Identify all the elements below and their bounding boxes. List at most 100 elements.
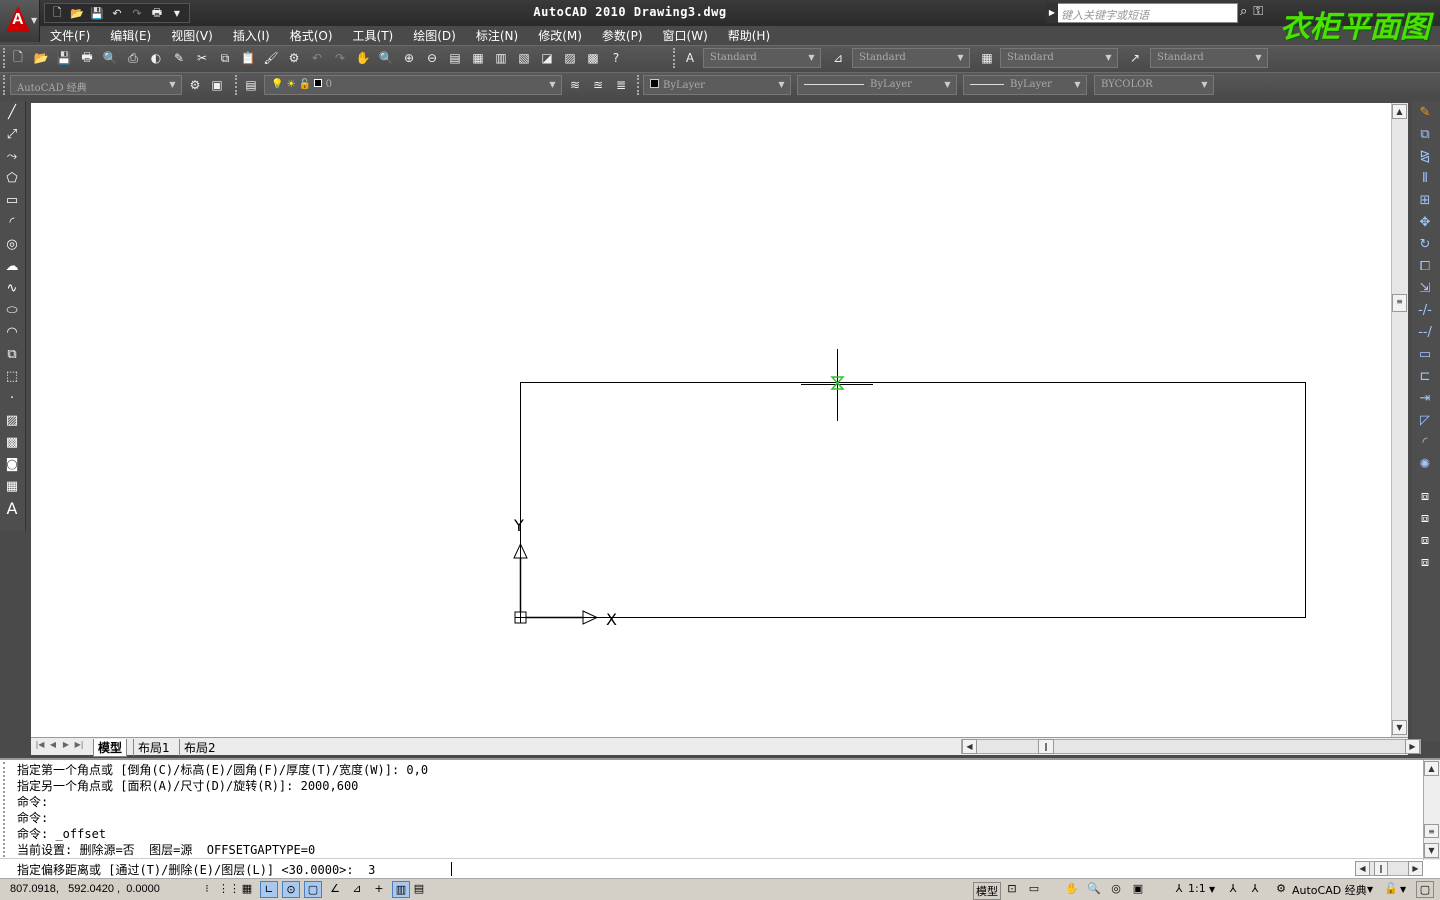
rotate-icon[interactable]: ↻: [1412, 233, 1438, 255]
lineweight-toggle-icon[interactable]: ▥: [392, 881, 410, 898]
workspace-settings-icon[interactable]: ⚙: [185, 75, 205, 95]
toolbar-lock-icon[interactable]: 🔓: [1382, 881, 1400, 898]
draworder-above-icon[interactable]: ⧈: [1412, 529, 1438, 551]
quickcalc-icon[interactable]: ▨: [560, 48, 580, 68]
menu-parametric[interactable]: 参数(P): [592, 26, 653, 44]
sheet-set-icon[interactable]: ▧: [514, 48, 534, 68]
help-icon[interactable]: ?: [606, 48, 626, 68]
last-tab-icon[interactable]: ▶|: [74, 740, 84, 752]
menu-view[interactable]: 视图(V): [161, 26, 223, 44]
quick-properties-icon[interactable]: ▤: [410, 881, 428, 898]
match-properties-icon[interactable]: 🖌: [261, 48, 281, 68]
workspace-status-label[interactable]: AutoCAD 经典: [1292, 882, 1367, 898]
table-style-select[interactable]: Standard ▼: [1000, 48, 1118, 68]
tab-model[interactable]: 模型: [93, 739, 128, 757]
undo-icon[interactable]: ↶: [307, 48, 327, 68]
scroll-left-icon[interactable]: ◀: [962, 739, 977, 754]
trim-icon[interactable]: -/-: [1412, 299, 1438, 321]
line-icon[interactable]: ╱: [0, 101, 24, 123]
scroll-thumb[interactable]: ‖: [1374, 861, 1388, 876]
mirror-icon[interactable]: ⧎: [1412, 145, 1438, 167]
scroll-thumb[interactable]: ‖: [1038, 739, 1054, 754]
menu-edit[interactable]: 编辑(E): [100, 26, 161, 44]
chamfer-icon[interactable]: ◸: [1412, 409, 1438, 431]
publish-icon[interactable]: ⎙: [123, 48, 143, 68]
zoom-icon[interactable]: 🔍: [1085, 881, 1103, 898]
scroll-right-icon[interactable]: ▶: [1408, 861, 1423, 876]
polyline-icon[interactable]: ⤳: [0, 145, 24, 167]
toolbar-grip[interactable]: [673, 48, 677, 68]
layout-view-icon[interactable]: ⊡: [1003, 881, 1021, 898]
offset-icon[interactable]: ⫴: [1412, 167, 1438, 189]
menu-insert[interactable]: 插入(I): [223, 26, 280, 44]
layer-select[interactable]: 💡 ☀ 🔓 0 ▼: [264, 75, 562, 95]
plot-icon[interactable]: 🖶: [77, 48, 97, 68]
menu-window[interactable]: 窗口(W): [653, 26, 718, 44]
cut-icon[interactable]: ✂: [192, 48, 212, 68]
table-icon[interactable]: ▦: [0, 475, 24, 497]
quick-view-drawings-icon[interactable]: ▭: [1025, 881, 1043, 898]
showmotion-icon[interactable]: ▣: [1129, 881, 1147, 898]
menu-tools[interactable]: 工具(T): [343, 26, 404, 44]
menu-format[interactable]: 格式(O): [280, 26, 343, 44]
point-icon[interactable]: ·: [0, 387, 24, 409]
copy-icon[interactable]: ⧉: [215, 48, 235, 68]
dim-style-select[interactable]: Standard ▼: [852, 48, 970, 68]
spline-icon[interactable]: ∿: [0, 277, 24, 299]
calculator-icon[interactable]: ▩: [583, 48, 603, 68]
dim-style-icon[interactable]: ⊿: [828, 48, 848, 68]
key-icon[interactable]: ⚿: [1253, 4, 1263, 19]
toolbar-grip[interactable]: [235, 75, 239, 95]
binoculars-icon[interactable]: ⌕: [1240, 4, 1247, 19]
scroll-down-icon[interactable]: ▼: [1424, 843, 1439, 858]
make-object-layer-current-icon[interactable]: ≋: [565, 75, 585, 95]
text-style-select[interactable]: Standard ▼: [703, 48, 821, 68]
move-icon[interactable]: ✥: [1412, 211, 1438, 233]
redo-icon[interactable]: ↷: [330, 48, 350, 68]
ellipse-icon[interactable]: ⬭: [0, 299, 24, 321]
revcloud-icon[interactable]: ☁: [0, 255, 24, 277]
save-icon[interactable]: 💾: [54, 48, 74, 68]
block-editor-icon[interactable]: ⚙: [284, 48, 304, 68]
snap-mode-icon[interactable]: ⋮⋮: [218, 881, 240, 898]
scale-icon[interactable]: ⧠: [1412, 255, 1438, 277]
workspace-switch-icon[interactable]: ⚙: [1272, 881, 1290, 898]
menu-file[interactable]: 文件(F): [40, 26, 100, 44]
annotation-visibility-icon[interactable]: ⅄: [1224, 881, 1242, 898]
scroll-up-icon[interactable]: ▲: [1392, 104, 1407, 119]
zoom-previous-icon[interactable]: ⊖: [422, 48, 442, 68]
object-snap-tracking-icon[interactable]: ∠: [326, 881, 344, 898]
toolbar-grip[interactable]: [637, 75, 641, 95]
markup-icon[interactable]: ◪: [537, 48, 557, 68]
steeringwheel-icon[interactable]: ◎: [1107, 881, 1125, 898]
tab-layout2[interactable]: 布局2: [179, 739, 220, 756]
fillet-icon[interactable]: ◜: [1412, 431, 1438, 453]
new-icon[interactable]: 🗋: [8, 48, 28, 68]
region-icon[interactable]: ◙: [0, 453, 24, 475]
ellipse-arc-icon[interactable]: ◠: [0, 321, 24, 343]
rectangle-entity[interactable]: [520, 382, 1306, 618]
dynamic-ucs-icon[interactable]: ⊿: [348, 881, 366, 898]
clean-screen-icon[interactable]: ▢: [1416, 881, 1434, 898]
mleader-style-icon[interactable]: ↗: [1125, 48, 1145, 68]
open-icon[interactable]: 📂: [31, 48, 51, 68]
workspace-save-icon[interactable]: ▣: [207, 75, 227, 95]
chevron-down-icon[interactable]: ▼: [1367, 885, 1373, 894]
break-icon[interactable]: ⊏: [1412, 365, 1438, 387]
mleader-style-select[interactable]: Standard ▼: [1150, 48, 1268, 68]
menu-dimension[interactable]: 标注(N): [466, 26, 528, 44]
menu-help[interactable]: 帮助(H): [718, 26, 780, 44]
layer-properties-icon[interactable]: ▤: [241, 75, 261, 95]
etransmit-icon[interactable]: ✎: [169, 48, 189, 68]
hatch-icon[interactable]: ▨: [0, 409, 24, 431]
search-input[interactable]: 键入关键字或短语: [1046, 3, 1238, 23]
dynamic-input-icon[interactable]: +: [370, 881, 388, 898]
stretch-icon[interactable]: ⇲: [1412, 277, 1438, 299]
auto-scale-icon[interactable]: ⅄: [1246, 881, 1264, 898]
annotation-scale-value[interactable]: 1:1: [1188, 882, 1206, 895]
scroll-thumb[interactable]: ≡: [1424, 824, 1439, 838]
menu-draw[interactable]: 绘图(D): [403, 26, 466, 44]
zoom-window-icon[interactable]: ⊕: [399, 48, 419, 68]
annotation-scale-icon[interactable]: ⅄: [1170, 881, 1188, 898]
construction-line-icon[interactable]: ⤢: [0, 123, 24, 145]
